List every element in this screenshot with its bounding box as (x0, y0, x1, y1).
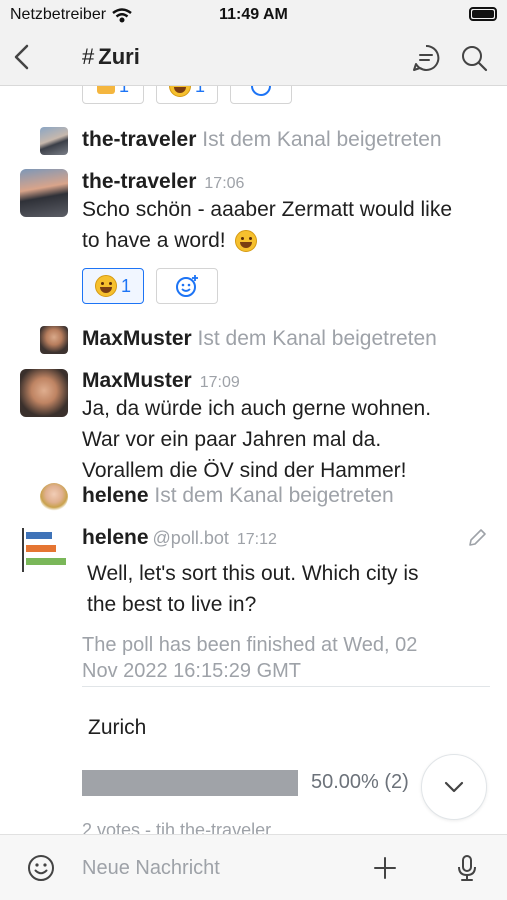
status-time: 11:49 AM (219, 6, 288, 23)
grinning-emoji-icon (235, 229, 258, 252)
system-message: helene Ist dem Kanal beigetreten (82, 484, 394, 508)
reaction-count: 1 (119, 86, 129, 97)
username[interactable]: MaxMuster (82, 327, 192, 350)
threads-button[interactable] (410, 42, 442, 74)
username[interactable]: MaxMuster (82, 369, 192, 392)
pencil-icon (469, 529, 486, 546)
message-line: Vorallem die ÖV sind der Hammer! (82, 459, 407, 482)
poll-bot-avatar[interactable] (20, 526, 68, 574)
message-line: to have a word! (82, 229, 232, 252)
message-line: Scho schön - aaaber Zermatt would like (82, 198, 453, 221)
message-time: 17:06 (204, 175, 245, 192)
avatar[interactable] (20, 369, 68, 417)
channel-header: # Zuri (0, 30, 507, 86)
edit-button[interactable] (466, 527, 488, 549)
poll-option-label: Zurich (88, 716, 147, 739)
poll-status: The poll has been finished at Wed, 02 No… (82, 632, 490, 687)
system-message: MaxMuster Ist dem Kanal beigetreten (82, 327, 437, 351)
username[interactable]: the-traveler (82, 170, 196, 193)
message-line: Ja, da würde ich auch gerne wohnen. (82, 397, 432, 420)
thumbs-up-icon (96, 86, 115, 94)
system-text: Ist dem Kanal beigetreten (197, 327, 437, 350)
add-reaction-button[interactable] (230, 86, 292, 104)
poll-status-line: The poll has been finished at Wed, 02 (82, 634, 418, 656)
bot-alias: @poll.bot (152, 528, 229, 548)
message-composer: Neue Nachricht (0, 834, 507, 900)
add-reaction-icon (176, 275, 198, 297)
emoji-button[interactable] (26, 853, 56, 883)
search-button[interactable] (458, 42, 490, 74)
poll-status-line: Nov 2022 16:15:29 GMT (82, 660, 302, 682)
message-body: Scho schön - aaaber Zermatt would like t… (82, 194, 452, 256)
attach-button[interactable] (370, 853, 400, 883)
add-reaction-button[interactable] (156, 268, 218, 304)
poll-result-percent: 50.00% (2) (311, 771, 409, 793)
microphone-icon (458, 855, 476, 881)
message-time: 17:09 (199, 374, 240, 391)
message-header: MaxMuster 17:09 (82, 369, 240, 393)
poll-votes: 2 votes - tih the-traveler (82, 820, 272, 834)
system-message: the-traveler Ist dem Kanal beigetreten (82, 128, 442, 152)
channel-title[interactable]: # Zuri (82, 44, 140, 70)
channel-hash-icon: # (82, 44, 95, 69)
message-time: 17:12 (236, 531, 277, 548)
threads-icon (413, 44, 440, 71)
poll-question-line: the best to live in? (87, 593, 257, 616)
scroll-to-bottom-button[interactable] (421, 754, 487, 820)
message-body: Ja, da würde ich auch gerne wohnen. War … (82, 393, 431, 486)
avatar[interactable] (40, 127, 68, 155)
username[interactable]: helene (82, 484, 149, 507)
avatar[interactable] (20, 169, 68, 217)
search-icon (462, 46, 488, 72)
reaction-thumbs-up[interactable]: 1 (82, 86, 144, 104)
message-line: War vor ein paar Jahren mal da. (82, 428, 382, 451)
grinning-emoji-icon (168, 86, 191, 97)
message-line-with-emoji: to have a word! (82, 225, 452, 256)
add-reaction-icon (251, 86, 271, 96)
system-text: Ist dem Kanal beigetreten (154, 484, 394, 507)
reaction-count: 1 (120, 275, 131, 296)
plus-icon (374, 857, 396, 879)
username[interactable]: the-traveler (82, 128, 196, 151)
reaction-smile[interactable]: 1 (156, 86, 218, 104)
battery-icon (469, 7, 497, 21)
chevron-left-icon (14, 44, 29, 70)
poll-question: Well, let's sort this out. Which city is… (87, 558, 419, 620)
avatar[interactable] (40, 326, 68, 354)
poll-question-line: Well, let's sort this out. Which city is (87, 562, 419, 585)
poll-chart-icon (22, 528, 66, 572)
status-bar: Netzbetreiber 11:49 AM (0, 0, 507, 30)
audio-record-button[interactable] (452, 853, 482, 883)
chevron-down-icon (444, 781, 464, 793)
message-list[interactable]: 1 1 the-traveler Ist dem Kanal beigetret… (0, 86, 507, 834)
reaction-count: 1 (195, 86, 205, 97)
reaction-grinning[interactable]: 1 (82, 268, 144, 304)
channel-name: Zuri (98, 44, 140, 69)
grinning-emoji-icon (94, 275, 117, 297)
message-header: the-traveler 17:06 (82, 170, 244, 194)
avatar[interactable] (40, 483, 68, 511)
back-button[interactable] (8, 42, 38, 72)
system-text: Ist dem Kanal beigetreten (202, 128, 442, 151)
message-input[interactable]: Neue Nachricht (82, 857, 220, 880)
emoji-icon (28, 855, 54, 881)
message-header: helene @poll.bot 17:12 (82, 526, 277, 550)
username[interactable]: helene (82, 526, 149, 549)
poll-result-bar (82, 770, 298, 796)
